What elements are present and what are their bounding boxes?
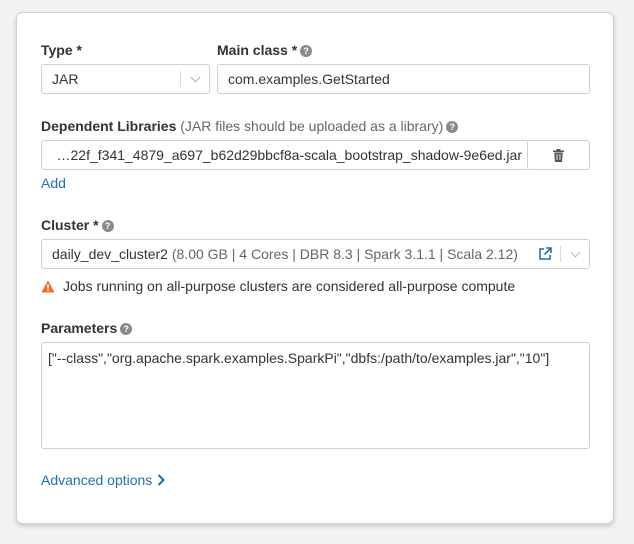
chevron-right-icon bbox=[158, 474, 166, 486]
main-class-label-text: Main class * bbox=[217, 42, 298, 58]
warning-text: Jobs running on all-purpose clusters are… bbox=[63, 278, 516, 294]
help-icon[interactable]: ? bbox=[446, 121, 459, 133]
delete-library-button[interactable] bbox=[527, 140, 590, 170]
parameters-value: ["--class","org.apache.spark.examples.Sp… bbox=[48, 350, 550, 366]
cluster-select[interactable]: daily_dev_cluster2 (8.00 GB | 4 Cores | … bbox=[41, 239, 590, 269]
main-class-label: Main class *? bbox=[217, 42, 313, 58]
chevron-down-icon[interactable] bbox=[561, 240, 589, 268]
advanced-options-link[interactable]: Advanced options bbox=[41, 472, 166, 488]
parameters-label-text: Parameters bbox=[41, 320, 118, 336]
external-link-icon[interactable] bbox=[538, 247, 552, 261]
task-config-card: Type * JAR Main class *? com.examples.Ge… bbox=[16, 12, 614, 524]
library-file-name: …22f_f341_4879_a697_b62d29bbcf8a-scala_b… bbox=[56, 147, 522, 163]
parameters-textarea[interactable]: ["--class","org.apache.spark.examples.Sp… bbox=[41, 342, 590, 449]
add-library-link[interactable]: Add bbox=[41, 175, 66, 191]
dependent-libraries-hint: (JAR files should be uploaded as a libra… bbox=[180, 118, 444, 134]
help-icon[interactable]: ? bbox=[300, 45, 313, 57]
type-select-value: JAR bbox=[52, 71, 79, 87]
type-select[interactable]: JAR bbox=[41, 64, 210, 94]
dependent-libraries-label: Dependent Libraries (JAR files should be… bbox=[41, 118, 459, 134]
type-label: Type * bbox=[41, 42, 82, 58]
main-class-value: com.examples.GetStarted bbox=[228, 71, 390, 87]
advanced-options-label: Advanced options bbox=[41, 472, 153, 488]
cluster-label-text: Cluster * bbox=[41, 217, 99, 233]
library-item: …22f_f341_4879_a697_b62d29bbcf8a-scala_b… bbox=[41, 140, 529, 170]
cluster-select-value: daily_dev_cluster2 (8.00 GB | 4 Cores | … bbox=[52, 246, 528, 262]
cluster-details: (8.00 GB | 4 Cores | DBR 8.3 | Spark 3.1… bbox=[171, 246, 518, 262]
trash-icon bbox=[553, 148, 564, 162]
chevron-down-icon[interactable] bbox=[181, 65, 209, 93]
parameters-label: Parameters? bbox=[41, 320, 133, 336]
cluster-name: daily_dev_cluster2 bbox=[52, 246, 168, 262]
warning-icon bbox=[41, 280, 55, 292]
cluster-label: Cluster *? bbox=[41, 217, 114, 233]
help-icon[interactable]: ? bbox=[101, 220, 114, 232]
help-icon[interactable]: ? bbox=[120, 323, 133, 335]
dependent-libraries-label-text: Dependent Libraries bbox=[41, 118, 177, 134]
cluster-warning: Jobs running on all-purpose clusters are… bbox=[41, 278, 515, 294]
main-class-input[interactable]: com.examples.GetStarted bbox=[217, 64, 590, 94]
